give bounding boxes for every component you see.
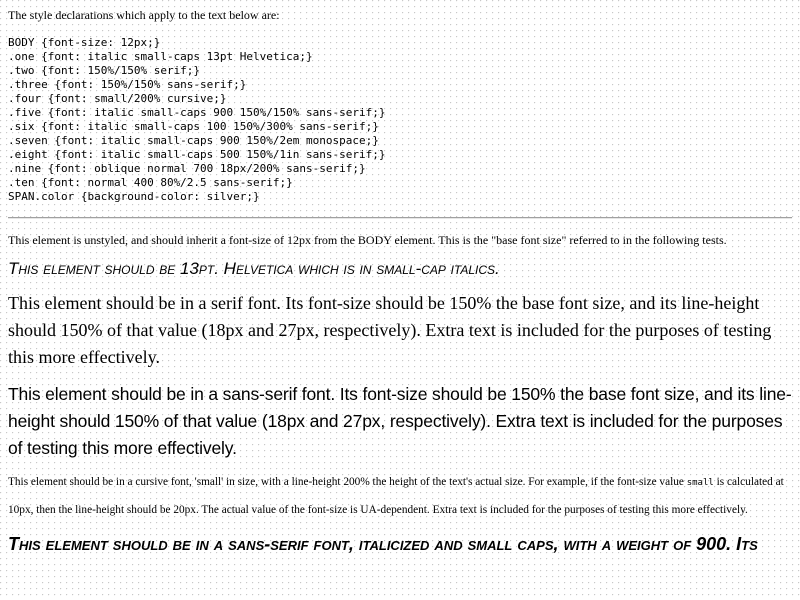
horizontal-rule <box>8 217 792 219</box>
css-rule: .one {font: italic small-caps 13pt Helve… <box>8 50 313 63</box>
paragraph-four: This element should be in a cursive font… <box>8 469 792 524</box>
css-rule: .eight {font: italic small-caps 500 150%… <box>8 148 386 161</box>
css-rule: .six {font: italic small-caps 100 150%/3… <box>8 120 379 133</box>
paragraph-one: This element should be 13pt. Helvetica w… <box>8 259 500 278</box>
css-rule: .five {font: italic small-caps 900 150%/… <box>8 106 386 119</box>
paragraph-four-text-start: This element should be in a cursive font… <box>8 476 687 488</box>
css-rule: .two {font: 150%/150% serif;} <box>8 64 201 77</box>
inline-code-small: small <box>686 478 714 488</box>
css-rule: .nine {font: oblique normal 700 18px/200… <box>8 162 366 175</box>
css-rule: .four {font: small/200% cursive;} <box>8 92 227 105</box>
test-page: The style declarations which apply to th… <box>8 8 792 558</box>
css-rule: .three {font: 150%/150% sans-serif;} <box>8 78 247 91</box>
css-rule: .ten {font: normal 400 80%/2.5 sans-seri… <box>8 176 293 189</box>
intro-text: The style declarations which apply to th… <box>8 8 280 22</box>
css-rule: BODY {font-size: 12px;} <box>8 36 161 49</box>
css-rule: .seven {font: italic small-caps 900 150%… <box>8 134 379 147</box>
paragraph-three: This element should be in a sans-serif f… <box>8 384 792 458</box>
paragraph-two: This element should be in a serif font. … <box>8 293 772 367</box>
css-rule: SPAN.color {background-color: silver;} <box>8 190 260 203</box>
css-declarations: BODY {font-size: 12px;} .one {font: ital… <box>8 36 792 204</box>
paragraph-five: This element should be in a sans-serif f… <box>8 534 758 554</box>
paragraph-unstyled: This element is unstyled, and should inh… <box>8 233 727 247</box>
